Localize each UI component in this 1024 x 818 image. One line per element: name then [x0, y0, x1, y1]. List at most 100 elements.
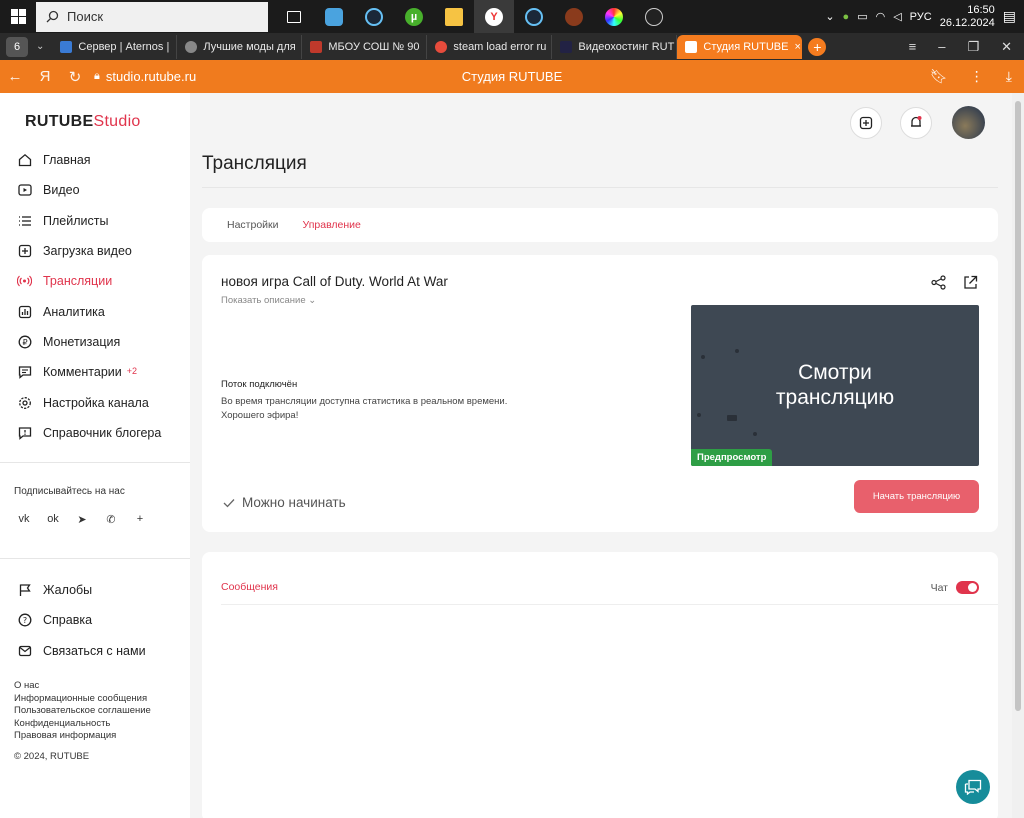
taskbar-app-obs[interactable] [634, 0, 674, 33]
footer-link-privacy[interactable]: Конфиденциальность [14, 718, 151, 731]
scrollbar-thumb[interactable] [1015, 101, 1021, 711]
taskbar-app-explorer[interactable] [434, 0, 474, 33]
add-icon [859, 116, 873, 129]
sidebar-item-complaints[interactable]: Жалобы [0, 575, 190, 605]
language-indicator[interactable]: РУС [910, 11, 932, 23]
restore-icon[interactable]: ❐ [967, 39, 979, 55]
stream-preview[interactable]: Смотри трансляцию Предпросмотр [691, 305, 979, 466]
sidebar-item-playlists[interactable]: Плейлисты [0, 206, 190, 236]
sidebar-item-monetization[interactable]: ₽ Монетизация [0, 327, 190, 357]
menu-icon[interactable]: ≡ [909, 39, 917, 55]
sidebar-item-blogger-guide[interactable]: Справочник блогера [0, 418, 190, 448]
sidebar-item-channel-settings[interactable]: Настройка канала [0, 387, 190, 417]
minimize-icon[interactable]: – [938, 39, 945, 55]
browser-tab[interactable]: Видеохостинг RUT [552, 34, 678, 59]
taskbar-app-control-panel[interactable] [314, 0, 354, 33]
ok-icon[interactable]: ok [43, 509, 63, 529]
subscribe-label: Подписывайтесь на нас [14, 486, 125, 497]
vk-icon[interactable]: vk [14, 509, 34, 529]
tabs-dropdown-icon[interactable]: ⌄ [36, 41, 44, 52]
show-description-toggle[interactable]: Показать описание ⌄ [221, 295, 316, 306]
taskbar-app-yandex-browser[interactable]: Y [474, 0, 514, 33]
taskbar-search[interactable]: Поиск [36, 1, 268, 32]
add-content-button[interactable] [850, 106, 882, 139]
search-icon [46, 10, 59, 23]
taskbar-app-utorrent[interactable]: µ [394, 0, 434, 33]
folder-icon [445, 7, 463, 26]
new-tab-button[interactable]: + [808, 37, 827, 56]
taskbar-app-steam[interactable] [354, 0, 394, 33]
tab-settings[interactable]: Настройки [227, 219, 279, 231]
rutube-studio-logo[interactable]: RUTUBEStudio [25, 113, 141, 131]
clock[interactable]: 16:50 26.12.2024 [940, 4, 995, 30]
share-icon[interactable] [931, 275, 946, 290]
sidebar-divider [0, 558, 190, 559]
plus-icon[interactable]: + [130, 509, 150, 529]
volume-icon[interactable]: ◁ [893, 10, 901, 23]
sidebar-item-label: Плейлисты [43, 213, 109, 228]
close-tab-icon[interactable]: × [794, 41, 800, 53]
browser-tabstrip: 6 ⌄ Сервер | Aternos | Лучшие моды для М… [0, 33, 1024, 60]
close-window-icon[interactable]: ✕ [1001, 39, 1012, 55]
chevron-up-icon[interactable]: ⌄ [825, 10, 834, 23]
avatar[interactable] [952, 106, 985, 139]
viber-icon[interactable]: ✆ [101, 509, 121, 529]
checkmark-icon [223, 498, 235, 507]
footer-link-info[interactable]: Информационные сообщения [14, 693, 151, 706]
start-broadcast-button[interactable]: Начать трансляцию [854, 480, 979, 513]
sidebar-item-help[interactable]: ? Справка [0, 605, 190, 635]
chat-toggle[interactable] [956, 581, 979, 594]
taskbar-app-steam-2[interactable] [514, 0, 554, 33]
windows-taskbar: Поиск µ Y ⌄ ● ▭ ◠ ◁ РУС 16:50 26.12.2024… [0, 0, 1024, 33]
copyright: © 2024, RUTUBE [14, 751, 90, 762]
browser-tab[interactable]: МБОУ СОШ № 90 [302, 34, 428, 59]
page-scrollbar[interactable] [1012, 93, 1024, 818]
yandex-browser-icon: Y [485, 7, 503, 26]
notifications-icon[interactable]: ▤ [1003, 8, 1016, 25]
task-view-button[interactable] [274, 0, 314, 33]
stream-status-heading: Поток подключён [221, 379, 298, 390]
tab-messages[interactable]: Сообщения [221, 581, 278, 593]
url-field[interactable]: 🔒︎ studio.rutube.ru [94, 69, 196, 84]
sidebar-item-comments[interactable]: Комментарии +2 [0, 357, 190, 387]
footer-link-legal[interactable]: Правовая информация [14, 730, 151, 743]
sidebar-item-analytics[interactable]: Аналитика [0, 296, 190, 326]
clock-time: 16:50 [967, 3, 995, 16]
logo-main-text: RUTUBE [25, 113, 94, 130]
download-icon[interactable]: ⤓ [1006, 68, 1012, 85]
taskbar-app-color[interactable] [594, 0, 634, 33]
more-icon[interactable]: ⋮ [970, 68, 984, 85]
footer-link-terms[interactable]: Пользовательское соглашение [14, 705, 151, 718]
external-link-icon[interactable] [963, 275, 978, 290]
browser-tab[interactable]: steam load error ru [427, 34, 553, 59]
sidebar-item-upload[interactable]: Загрузка видео [0, 236, 190, 266]
page-title: Трансляция [202, 153, 307, 174]
taskbar-app-game[interactable] [554, 0, 594, 33]
bookmark-icon[interactable]: 🔖︎ [930, 68, 948, 85]
yandex-icon[interactable]: Я [30, 68, 60, 85]
support-chat-button[interactable] [956, 770, 990, 804]
sidebar-item-contact[interactable]: Связаться с нами [0, 636, 190, 666]
sidebar-item-broadcasts[interactable]: Трансляции [0, 266, 190, 296]
back-icon[interactable]: ← [0, 68, 30, 85]
sidebar-item-video[interactable]: Видео [0, 175, 190, 205]
windows-start-button[interactable] [0, 0, 36, 33]
browser-tab[interactable]: Лучшие моды для [177, 34, 303, 59]
browser-tab-active[interactable]: Студия RUTUBE × [677, 34, 803, 59]
tab-count-badge[interactable]: 6 [6, 36, 28, 57]
wifi-icon[interactable]: ◠ [876, 10, 886, 23]
security-icon[interactable]: ● [843, 11, 850, 23]
windows-logo-icon [10, 9, 26, 24]
footer-link-about[interactable]: О нас [14, 680, 151, 693]
reload-icon[interactable]: ↻ [60, 68, 90, 86]
battery-icon[interactable]: ▭ [857, 10, 867, 23]
telegram-icon[interactable]: ➤ [72, 509, 92, 529]
notifications-button[interactable] [900, 106, 932, 139]
preview-text: Смотри трансляцию [691, 360, 979, 410]
rutube-studio-favicon [685, 40, 698, 53]
browser-tab[interactable]: Сервер | Aternos | [52, 34, 178, 59]
tab-management[interactable]: Управление [303, 219, 361, 231]
sidebar-item-label: Настройка канала [43, 395, 149, 410]
address-bar: ← Я ↻ 🔒︎ studio.rutube.ru Студия RUTUBE … [0, 60, 1024, 93]
sidebar-item-home[interactable]: Главная [0, 145, 190, 175]
